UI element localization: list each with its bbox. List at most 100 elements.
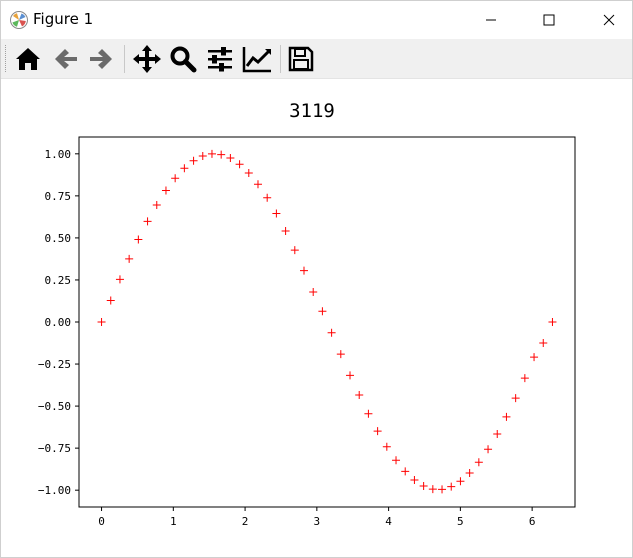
data-point	[474, 458, 483, 467]
data-point	[493, 429, 502, 438]
data-point	[263, 193, 272, 202]
data-point	[401, 467, 410, 476]
data-point	[180, 164, 189, 173]
y-tick-label: 0.00	[45, 316, 72, 329]
x-tick-label: 2	[242, 515, 249, 528]
data-point	[290, 246, 299, 255]
data-point	[373, 427, 382, 436]
minimize-icon	[486, 19, 496, 21]
matplotlib-logo-icon	[10, 11, 28, 29]
data-point	[484, 445, 493, 454]
home-icon	[16, 48, 40, 70]
data-point	[106, 296, 115, 305]
data-point	[520, 374, 529, 383]
data-point	[235, 160, 244, 169]
x-tick-label: 5	[457, 515, 464, 528]
x-tick-label: 6	[529, 515, 536, 528]
data-point	[272, 209, 281, 218]
data-point	[253, 180, 262, 189]
edit-axis-button[interactable]	[241, 43, 273, 75]
x-axis: 0 1 2 3 4 5 6	[98, 507, 535, 528]
x-tick-label: 4	[385, 515, 392, 528]
figure-window: Figure 1 3119 0 1 2 3 4 5 6 −1.00 −0.75 …	[0, 0, 633, 558]
maximize-button[interactable]	[526, 1, 572, 39]
window-title: Figure 1	[33, 10, 94, 28]
y-tick-label: 1.00	[45, 148, 72, 161]
maximize-icon	[543, 14, 555, 26]
pan-button[interactable]	[131, 43, 163, 75]
magnifier-icon	[170, 46, 197, 73]
forward-button[interactable]	[85, 43, 117, 75]
data-point	[327, 328, 336, 337]
data-point	[207, 149, 216, 158]
toolbar-separator	[280, 45, 281, 73]
close-icon	[603, 14, 615, 26]
data-point	[189, 156, 198, 165]
data-point	[134, 235, 143, 244]
data-point	[530, 353, 539, 362]
zoom-button[interactable]	[167, 43, 199, 75]
data-point	[318, 307, 327, 316]
data-point	[382, 442, 391, 451]
data-point	[161, 186, 170, 195]
data-point	[115, 275, 124, 284]
toolbar-grip[interactable]	[5, 45, 8, 72]
data-point	[419, 481, 428, 490]
y-tick-label: 0.50	[45, 232, 72, 245]
navigation-toolbar	[1, 39, 632, 79]
data-point	[447, 482, 456, 491]
y-tick-label: −1.00	[38, 484, 71, 497]
close-button[interactable]	[586, 1, 632, 39]
data-point	[171, 174, 180, 183]
data-point	[438, 485, 447, 494]
x-tick-label: 0	[98, 515, 105, 528]
data-point	[198, 151, 207, 160]
y-tick-label: −0.50	[38, 400, 71, 413]
y-axis: −1.00 −0.75 −0.50 −0.25 0.00 0.25 0.50 0.75 1.00	[38, 148, 79, 497]
data-point	[309, 287, 318, 296]
home-button[interactable]	[12, 43, 44, 75]
data-point	[428, 485, 437, 494]
arrow-left-icon	[55, 49, 77, 69]
arrow-right-icon	[90, 49, 112, 69]
y-tick-label: −0.25	[38, 358, 71, 371]
y-tick-label: 0.75	[45, 190, 72, 203]
data-point	[143, 217, 152, 226]
data-point	[152, 201, 161, 210]
data-point	[336, 350, 345, 359]
data-point	[465, 469, 474, 478]
data-point	[355, 390, 364, 399]
y-tick-label: 0.25	[45, 274, 72, 287]
minimize-button[interactable]	[468, 1, 514, 39]
toolbar-separator	[124, 45, 125, 73]
data-series	[97, 149, 557, 494]
data-point	[299, 266, 308, 275]
data-point	[539, 339, 548, 348]
line-chart-icon	[242, 47, 271, 73]
data-point	[410, 476, 419, 485]
data-point	[548, 318, 557, 326]
chart-title: 3119	[289, 100, 335, 122]
y-tick-label: −0.75	[38, 442, 71, 455]
data-point	[364, 409, 373, 418]
x-tick-label: 1	[170, 515, 177, 528]
floppy-disk-icon	[288, 46, 314, 72]
data-point	[456, 477, 465, 486]
back-button[interactable]	[50, 43, 82, 75]
configure-subplots-button[interactable]	[204, 43, 236, 75]
data-point	[502, 412, 511, 421]
data-point	[97, 318, 106, 326]
data-point	[226, 154, 235, 163]
title-bar[interactable]: Figure 1	[1, 1, 632, 39]
data-point	[244, 168, 253, 177]
save-button[interactable]	[285, 43, 317, 75]
data-point	[346, 371, 355, 380]
sliders-icon	[208, 47, 232, 72]
move-icon	[133, 45, 161, 73]
plot-area[interactable]: 3119 0 1 2 3 4 5 6 −1.00 −0.75 −0.50 −0.25 0.00 0.2…	[1, 79, 632, 557]
data-point	[392, 456, 401, 465]
x-tick-label: 3	[314, 515, 321, 528]
axes-frame	[78, 136, 576, 508]
figure-canvas[interactable]: 3119 0 1 2 3 4 5 6 −1.00 −0.75 −0.50 −0.25 0.00 0.2…	[1, 79, 632, 557]
data-point	[217, 150, 226, 159]
